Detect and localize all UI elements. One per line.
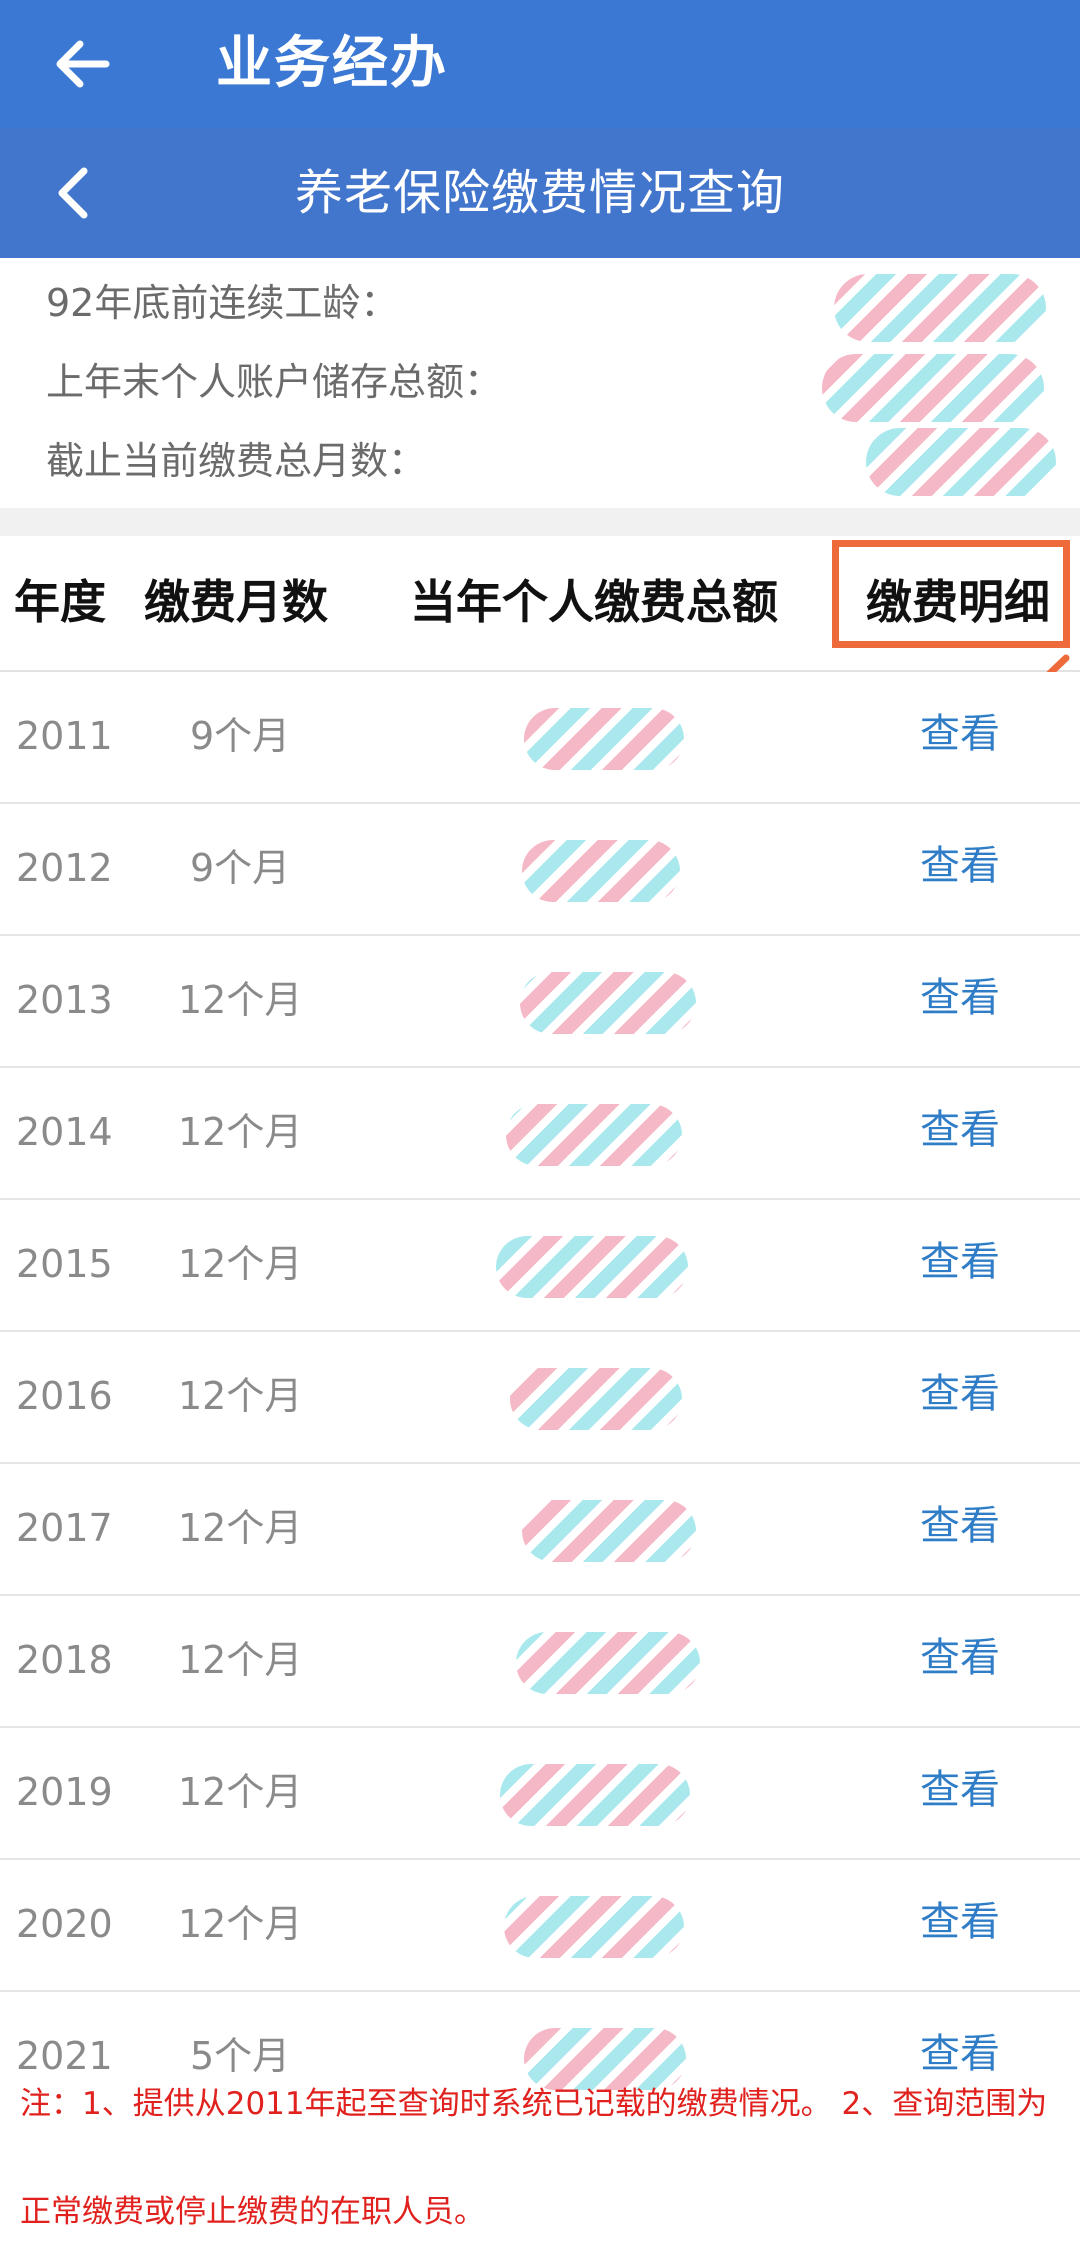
table-row: 2016 12个月 查看 <box>0 1332 1080 1464</box>
row-months: 12个月 <box>178 1506 303 1550</box>
summary-label-seniority: 92年底前连续工龄： <box>46 281 399 325</box>
app-bar: 业务经办 <box>0 0 1080 128</box>
view-details-link[interactable]: 查看 <box>920 1498 1000 1554</box>
row-months: 12个月 <box>178 1770 303 1814</box>
row-year: 2019 <box>16 1770 113 1814</box>
row-year: 2011 <box>16 714 113 758</box>
highlight-box <box>832 540 1070 648</box>
view-details-link[interactable]: 查看 <box>920 706 1000 762</box>
table-row: 2014 12个月 查看 <box>0 1068 1080 1200</box>
row-year: 2016 <box>16 1374 113 1418</box>
table-row: 2018 12个月 查看 <box>0 1596 1080 1728</box>
table-row: 2012 9个月 查看 <box>0 804 1080 936</box>
view-details-link[interactable]: 查看 <box>920 1366 1000 1422</box>
view-details-link[interactable]: 查看 <box>920 1762 1000 1818</box>
redacted-value <box>522 840 680 902</box>
column-header-months: 缴费月数 <box>144 575 328 629</box>
redacted-value <box>506 1104 682 1166</box>
table-row: 2017 12个月 查看 <box>0 1464 1080 1596</box>
view-details-link[interactable]: 查看 <box>920 1234 1000 1290</box>
row-months: 12个月 <box>178 1638 303 1682</box>
row-months: 9个月 <box>190 846 291 890</box>
table-row: 2013 12个月 查看 <box>0 936 1080 1068</box>
section-divider <box>0 508 1080 536</box>
row-months: 12个月 <box>178 978 303 1022</box>
view-details-link[interactable]: 查看 <box>920 1630 1000 1686</box>
row-year: 2017 <box>16 1506 113 1550</box>
redacted-value <box>504 1896 684 1958</box>
column-header-year: 年度 <box>14 575 106 629</box>
sub-header: 养老保险缴费情况查询 <box>0 128 1080 258</box>
view-details-link[interactable]: 查看 <box>920 838 1000 894</box>
redacted-value <box>822 354 1044 422</box>
row-year: 2014 <box>16 1110 113 1154</box>
row-year: 2015 <box>16 1242 113 1286</box>
table-row: 2020 12个月 查看 <box>0 1860 1080 1992</box>
redacted-value <box>500 1764 690 1826</box>
row-year: 2018 <box>16 1638 113 1682</box>
page-title: 养老保险缴费情况查询 <box>294 165 785 221</box>
redacted-value <box>834 274 1046 342</box>
row-months: 12个月 <box>178 1902 303 1946</box>
redacted-value <box>520 972 696 1034</box>
row-year: 2020 <box>16 1902 113 1946</box>
row-months: 9个月 <box>190 714 291 758</box>
footer-note: 注：1、提供从2011年起至查询时系统已记载的缴费情况。 2、查询范围为正常缴费… <box>20 2086 1048 2230</box>
redacted-value <box>524 708 684 770</box>
view-details-link[interactable]: 查看 <box>920 1894 1000 1950</box>
summary-panel: 92年底前连续工龄： 上年末个人账户储存总额： 截止当前缴费总月数： <box>0 258 1080 508</box>
view-details-link[interactable]: 查看 <box>920 1102 1000 1158</box>
summary-label-total-months: 截止当前缴费总月数： <box>46 439 427 483</box>
redacted-value <box>516 1632 700 1694</box>
app-bar-title: 业务经办 <box>216 31 448 96</box>
summary-label-account-balance: 上年末个人账户储存总额： <box>46 360 503 404</box>
table-row: 2011 9个月 查看 <box>0 672 1080 804</box>
redacted-value <box>510 1368 682 1430</box>
table-row: 2015 12个月 查看 <box>0 1200 1080 1332</box>
column-header-annual-total: 当年个人缴费总额 <box>410 575 778 629</box>
redacted-value <box>522 1500 696 1562</box>
row-months: 12个月 <box>178 1374 303 1418</box>
row-months: 12个月 <box>178 1242 303 1286</box>
row-year: 2012 <box>16 846 113 890</box>
row-months: 12个月 <box>178 1110 303 1154</box>
view-details-link[interactable]: 查看 <box>920 970 1000 1026</box>
table-row: 2019 12个月 查看 <box>0 1728 1080 1860</box>
row-year: 2013 <box>16 978 113 1022</box>
back-arrow-icon[interactable] <box>50 32 114 96</box>
redacted-value <box>866 428 1056 496</box>
redacted-value <box>496 1236 688 1298</box>
